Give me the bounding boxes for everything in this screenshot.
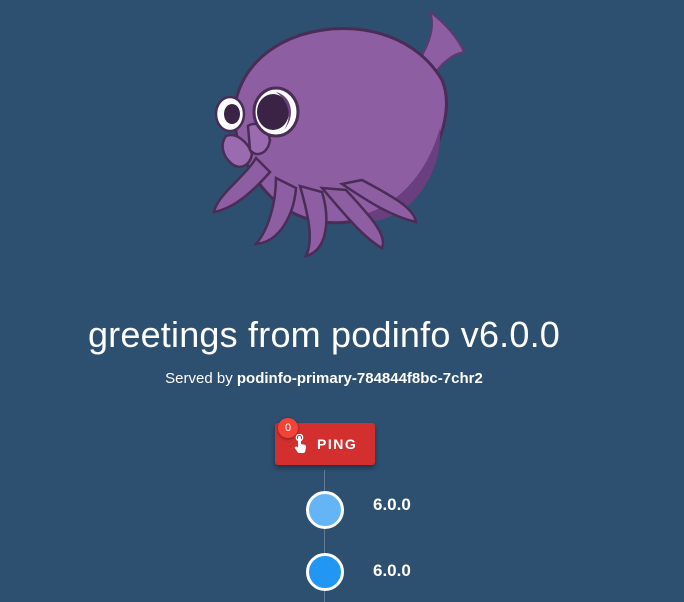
ping-count-badge: 0 [278,418,298,438]
served-by-text: Served by podinfo-primary-784844f8bc-7ch… [0,370,648,387]
timeline-dot [306,553,344,591]
ping-button-label: PING [317,436,358,452]
served-by-host: podinfo-primary-784844f8bc-7chr2 [236,370,483,387]
timeline-version: 6.0.0 [373,495,411,514]
touch-app-icon [294,434,307,453]
timeline-version: 6.0.0 [373,561,411,580]
page-title: greetings from podinfo v6.0.0 [87,314,561,355]
served-by-label: Served by [165,370,237,387]
cuttlefish-mascot-icon [212,9,466,258]
timeline-dot [306,491,344,529]
